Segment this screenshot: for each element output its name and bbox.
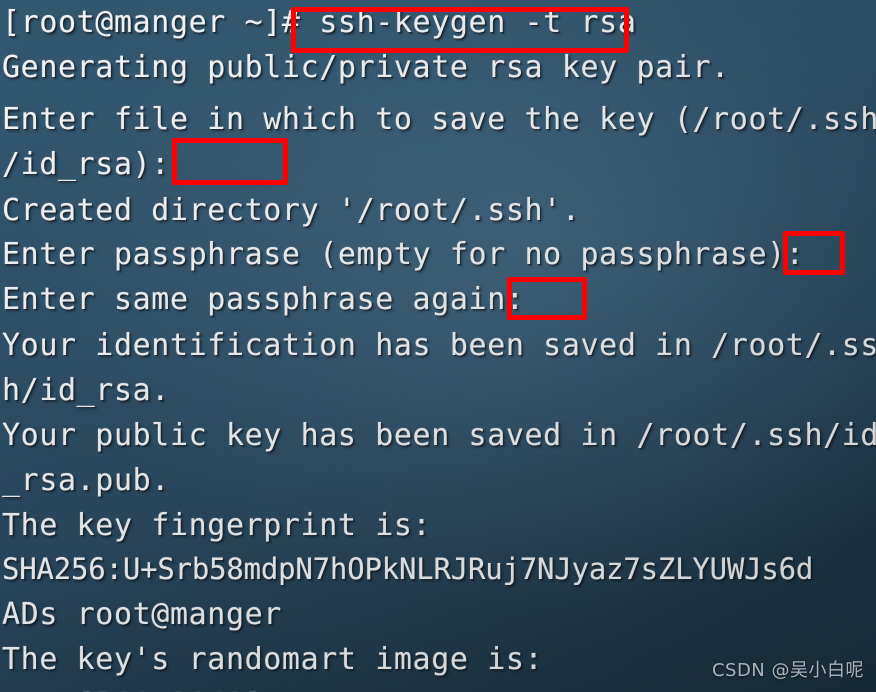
highlight-box-command bbox=[291, 7, 629, 53]
highlight-box-keyfile-input bbox=[172, 138, 288, 185]
terminal-line-identification-saved-2: h/id_rsa. bbox=[2, 373, 170, 408]
terminal-line-identification-saved-1: Your identification has been saved in /r… bbox=[2, 328, 876, 363]
highlight-box-passphrase-confirm-input bbox=[507, 277, 587, 320]
terminal-line-fingerprint-comment: ADs root@manger bbox=[2, 597, 282, 632]
terminal-line-enter-passphrase: Enter passphrase (empty for no passphras… bbox=[2, 237, 824, 272]
terminal-line-enter-file-part2: /id_rsa): bbox=[2, 147, 189, 182]
terminal-line-public-key-saved-1: Your public key has been saved in /root/… bbox=[2, 418, 876, 453]
terminal-line-enter-same-passphrase: Enter same passphrase again: bbox=[2, 282, 544, 317]
highlight-box-passphrase-input bbox=[783, 231, 845, 275]
terminal-line-fingerprint-label: The key fingerprint is: bbox=[2, 508, 432, 543]
terminal-line-randomart-label: The key's randomart image is: bbox=[2, 642, 544, 677]
terminal-window[interactable]: [root@manger ~]# ssh-keygen -t rsa Gener… bbox=[0, 0, 876, 692]
csdn-watermark: CSDN @吴小白呢 bbox=[711, 660, 864, 681]
terminal-line-fingerprint-value: SHA256:U+Srb58mdpN7hOPkNLRJRuj7NJyaz7sZL… bbox=[2, 552, 814, 586]
terminal-line-created-directory: Created directory '/root/.ssh'. bbox=[2, 193, 581, 228]
terminal-line-enter-file-part1: Enter file in which to save the key (/ro… bbox=[2, 102, 876, 137]
terminal-line-randomart-border: +---[RSA 2048]----+ bbox=[2, 682, 357, 692]
terminal-line-public-key-saved-2: _rsa.pub. bbox=[2, 463, 170, 498]
